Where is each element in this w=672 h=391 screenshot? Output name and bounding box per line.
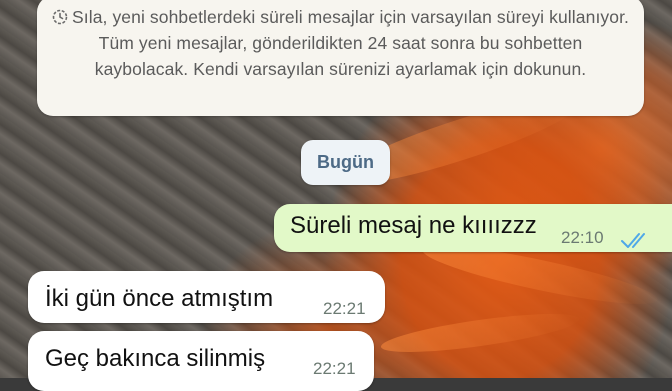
message-text: İki gün önce atmıştım: [45, 285, 274, 312]
message-time: 22:21: [313, 359, 356, 378]
message-text: Süreli mesaj ne kıııızzz: [290, 212, 537, 239]
incoming-message[interactable]: İki gün önce atmıştım 22:21: [28, 271, 385, 323]
outgoing-message[interactable]: Süreli mesaj ne kıııızzz 22:10: [274, 204, 672, 252]
message-text: Geç bakınca silinmiş: [45, 345, 266, 372]
notice-text: Sıla, yeni sohbetlerdeki süreli mesajlar…: [71, 7, 630, 79]
double-check-read-icon: [621, 233, 645, 248]
timer-icon: [52, 9, 68, 25]
incoming-message[interactable]: Geç bakınca silinmiş 22:21: [28, 331, 374, 391]
disappearing-messages-notice[interactable]: Sıla, yeni sohbetlerdeki süreli mesajlar…: [37, 0, 644, 116]
date-divider: Bugün: [301, 140, 390, 185]
message-time: 22:21: [323, 299, 366, 318]
message-time: 22:10: [561, 228, 604, 247]
date-label: Bugün: [317, 152, 374, 172]
